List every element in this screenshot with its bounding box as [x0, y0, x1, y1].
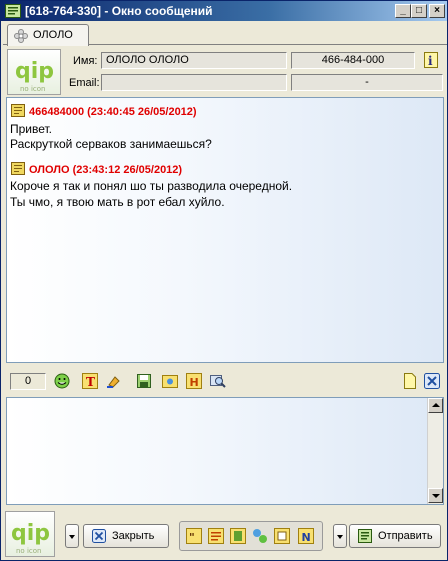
search-icon[interactable] [210, 373, 226, 389]
message-header-text: ОЛОЛО (23:43:12 26/05/2012) [29, 164, 183, 176]
tab-ololo[interactable]: ОЛОЛО [7, 24, 89, 46]
user-info-icon[interactable]: i [423, 52, 439, 68]
name-label: Имя: [73, 55, 98, 67]
message-line: Раскруткой серваков занимаешься? [10, 137, 212, 151]
qip-logo-icon: qip no icon [15, 59, 54, 93]
window-title: [618-764-330] - Окно сообщений [25, 4, 213, 18]
qip-logo-icon: qip no icon [11, 521, 50, 555]
message-input[interactable] [6, 397, 444, 505]
svg-text:N: N [302, 531, 311, 544]
svg-text:": " [189, 531, 195, 544]
arrow-down-icon [432, 494, 440, 498]
quote-icon[interactable]: " [186, 528, 202, 544]
close-button-label: Закрыть [112, 530, 155, 542]
contact-logo: qip no icon [7, 49, 61, 95]
uin-field[interactable]: 466-484-000 [291, 52, 415, 69]
templates-icon[interactable] [208, 528, 224, 544]
chevron-down-icon [69, 535, 75, 539]
scroll-up-button[interactable] [428, 398, 443, 413]
message-line: Ты чмо, я твою мать в рот ебал хуйло. [10, 195, 225, 209]
new-note-icon[interactable] [402, 373, 418, 389]
message-line: Короче я так и понял шо ты разводила оче… [10, 179, 293, 193]
message-header: ОЛОЛО (23:43:12 26/05/2012) [11, 162, 182, 176]
arrow-up-icon [432, 403, 440, 407]
close-options-dropdown[interactable] [65, 524, 79, 548]
message-icon [11, 104, 25, 117]
close-input-icon[interactable] [424, 373, 440, 389]
smile-icon[interactable] [54, 373, 70, 389]
email-label: Email: [69, 77, 100, 89]
chevron-down-icon [337, 535, 343, 539]
translit-icon[interactable] [230, 528, 246, 544]
bottom-logo: qip no icon [5, 511, 55, 557]
message-header-text: 466484000 (23:40:45 26/05/2012) [29, 106, 197, 118]
font-icon[interactable]: T [82, 373, 98, 389]
tab-strip: ОЛОЛО [3, 23, 447, 46]
send-button-label: Отправить [378, 530, 433, 542]
chat-history[interactable]: 466484000 (23:40:45 26/05/2012) Привет. … [6, 97, 444, 363]
svg-text:qip: qip [15, 59, 54, 84]
send-button[interactable]: Отправить [349, 524, 441, 548]
minimize-button[interactable]: _ [395, 4, 411, 18]
char-counter: 0 [10, 373, 46, 390]
message-header: 466484000 (23:40:45 26/05/2012) [11, 104, 197, 118]
message-line: Привет. [10, 122, 53, 136]
svg-text:no icon: no icon [20, 85, 45, 93]
message-window-icon [5, 4, 21, 18]
tab-label: ОЛОЛО [33, 29, 73, 41]
svg-text:i: i [428, 54, 433, 68]
save-icon[interactable] [136, 373, 152, 389]
close-window-button[interactable]: × [429, 4, 445, 18]
input-scrollbar[interactable] [427, 398, 443, 504]
message-icon [11, 162, 25, 175]
snapshot-icon[interactable] [162, 373, 178, 389]
bottom-bar: qip no icon Закрыть " N Отправить [3, 509, 447, 561]
title-bar[interactable]: [618-764-330] - Окно сообщений _ □ × [1, 1, 447, 21]
maximize-button[interactable]: □ [411, 4, 427, 18]
name-field[interactable]: ОЛОЛО ОЛОЛО [101, 52, 287, 69]
input-toolbar: 0 T H [6, 370, 444, 394]
svg-text:no icon: no icon [16, 547, 41, 555]
send-icon [358, 529, 372, 543]
message-window: [618-764-330] - Окно сообщений _ □ × ОЛО… [0, 0, 448, 561]
status-flower-icon [14, 29, 28, 43]
quick-actions-group: " N [179, 521, 323, 551]
email-field[interactable] [101, 74, 287, 91]
extra-field[interactable]: - [291, 74, 443, 91]
close-button[interactable]: Закрыть [83, 524, 169, 548]
svg-text:H: H [190, 376, 199, 389]
history-icon[interactable]: H [186, 373, 202, 389]
notes-icon[interactable]: N [298, 528, 314, 544]
send-options-dropdown[interactable] [333, 524, 347, 548]
svg-text:qip: qip [11, 521, 50, 546]
scroll-down-button[interactable] [428, 488, 443, 503]
keyboard-switch-icon[interactable] [252, 528, 268, 544]
color-icon[interactable] [106, 373, 122, 389]
send-file-icon[interactable] [274, 528, 290, 544]
contact-info-panel: qip no icon Имя: ОЛОЛО ОЛОЛО 466-484-000… [3, 47, 447, 95]
svg-text:T: T [86, 375, 95, 389]
close-icon [92, 529, 106, 543]
